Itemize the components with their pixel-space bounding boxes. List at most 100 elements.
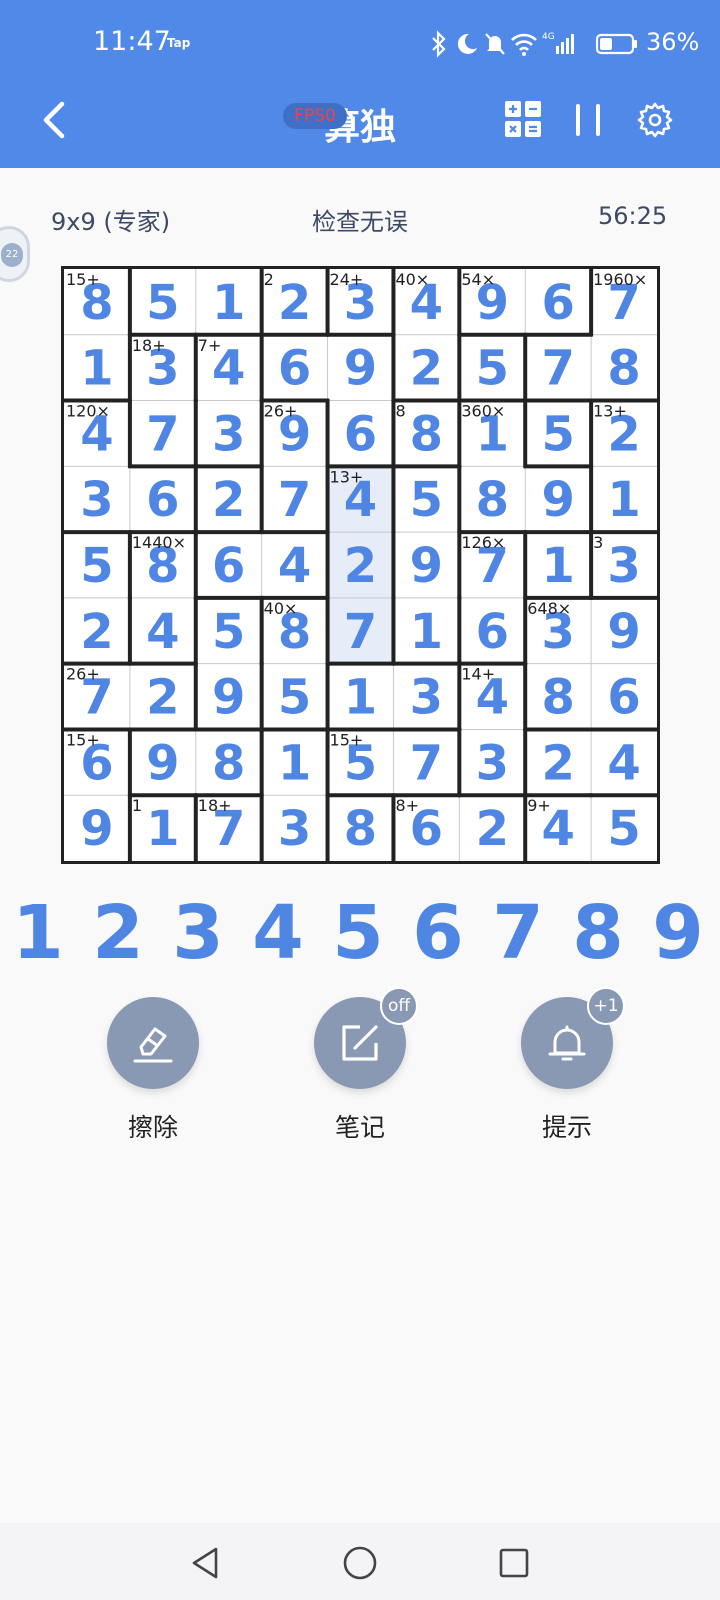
cage-clue: 8+ [395,796,419,815]
cage-clue: 7+ [198,336,222,355]
eraser-icon [133,1027,173,1063]
cage-clue: 24+ [330,270,364,289]
cage-clue: 54× [461,270,495,289]
cell-digit: 6 [476,604,509,660]
app-header: 11:47 Tap 4G 36% 算独 FPS0 [0,0,720,168]
cell-digit: 6 [278,341,311,397]
battery-percent: 36% [646,28,700,56]
cage-clue: 1 [132,796,142,815]
square-recents-icon [499,1548,529,1578]
number-key-1[interactable]: 1 [0,890,78,976]
cage-clue: 120× [66,402,110,421]
cell-digit: 5 [212,604,245,660]
cage-clue: 14+ [461,665,495,684]
cell-digit: 1 [344,670,377,726]
status-time: 11:47 [93,26,171,57]
notes-label: 笔记 [334,1113,385,1142]
cage-clue: 1440× [132,533,186,552]
cell-digit: 5 [607,801,640,857]
cell-digit: 3 [607,538,640,594]
cell-digit: 8 [607,341,640,397]
status-tap-label: Tap [167,36,191,50]
hint-button[interactable]: +1 [521,987,625,1089]
cell-digit: 5 [476,341,509,397]
number-key-3[interactable]: 3 [158,890,238,976]
cell-digit: 8 [541,670,574,726]
cell-digit: 6 [212,538,245,594]
cell-digit: 4 [278,538,311,594]
cell-digit: 5 [410,472,443,528]
notes-toggle-badge: off [380,987,418,1025]
nav-home-button[interactable] [340,1543,380,1583]
number-key-7[interactable]: 7 [478,890,558,976]
cell-digit: 8 [410,406,443,462]
erase-label: 擦除 [127,1113,178,1142]
cell-digit: 9 [80,801,113,857]
cell-digit: 3 [476,735,509,791]
cage-clue: 26+ [66,665,100,684]
hint-label: 提示 [541,1113,592,1142]
game-timer: 56:25 [598,202,668,230]
cell-digit: 7 [410,735,443,791]
cell-digit: 3 [80,472,113,528]
cage-clue: 126× [461,533,505,552]
nav-recents-button[interactable] [494,1543,534,1583]
cell-digit: 3 [212,406,245,462]
cell-digit: 2 [344,538,377,594]
number-key-8[interactable]: 8 [558,890,638,976]
cell-digit: 8 [212,735,245,791]
cell-digit: 1 [541,538,574,594]
cage-clue: 3 [593,533,603,552]
number-key-2[interactable]: 2 [78,890,158,976]
cell-digit: 1 [607,472,640,528]
erase-button[interactable] [107,997,199,1089]
number-key-4[interactable]: 4 [238,890,318,976]
pause-button[interactable] [574,104,604,136]
grid-canvas: 8 5 1 2 3 4 9 6 71 3 4 6 9 2 5 7 84 7 3 9 6 8 1 5 23 6 2 7 4 5 8 9 15 8 6 4… [64,269,657,861]
cell-digit: 9 [541,472,574,528]
bell-icon [548,1025,586,1061]
cell-digit: 5 [541,406,574,462]
cell-digit: 2 [212,472,245,528]
notes-button[interactable]: off [314,987,418,1089]
cage-clue: 2 [264,270,274,289]
edit-note-icon [342,1025,378,1061]
calculator-button[interactable] [505,101,541,137]
number-key-5[interactable]: 5 [318,890,398,976]
battery-icon [596,33,637,55]
cell-digit: 2 [146,670,179,726]
cage-clue: 26+ [264,402,298,421]
cell-digit: 6 [607,670,640,726]
wifi-icon [511,33,537,56]
nav-back-button[interactable] [186,1543,226,1583]
cell-digit: 9 [344,341,377,397]
cage-clue: 648× [527,599,571,618]
cell-digit: 9 [212,670,245,726]
cell-digit: 1 [278,735,311,791]
cage-clue: 15+ [330,730,364,749]
gear-icon [637,102,673,138]
pause-icon [576,104,600,136]
svg-text:4G: 4G [542,32,555,42]
settings-button[interactable] [637,102,673,138]
number-key-9[interactable]: 9 [638,890,718,976]
triangle-back-icon [192,1547,218,1579]
cell-digit: 6 [541,275,574,331]
cell-digit: 1 [410,604,443,660]
cell-digit: 7 [278,472,311,528]
cell-digit: 6 [344,406,377,462]
cell-digit: 5 [278,670,311,726]
cage-clue: 40× [395,270,429,289]
page-title: 算独 [323,107,396,148]
cell-digit: 1 [212,275,245,331]
system-nav-bar [0,1523,720,1600]
cell-digit: 2 [541,735,574,791]
floating-assistant-bubble[interactable]: 22 [0,226,30,282]
cell-digit: 1 [80,341,113,397]
cell-digit: 4 [607,735,640,791]
cage-clue: 8 [395,402,405,421]
moon-icon [457,33,477,54]
cell-digit: 2 [278,275,311,331]
number-key-6[interactable]: 6 [398,890,478,976]
cage-clue: 15+ [66,730,100,749]
